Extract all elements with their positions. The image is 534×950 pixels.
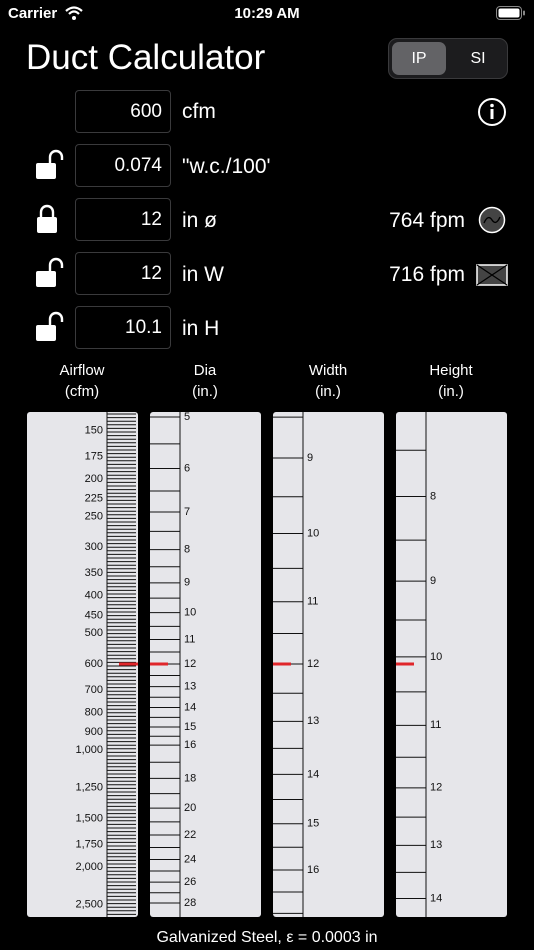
height-tick-label: 12 [430,782,442,794]
height-tick-label: 11 [430,719,441,731]
rect-velocity: 716 fpm [389,263,465,286]
width-input[interactable]: 12 [75,252,171,295]
width-tick-label: 10 [307,527,319,539]
airflow-tick-label: 350 [85,567,103,579]
airflow-tick-label: 1,750 [75,838,103,850]
dia-tick-label: 7 [184,506,190,518]
rect-duct-icon [476,264,508,286]
dia-tick-label: 16 [184,739,196,751]
unlock-icon[interactable] [34,257,66,289]
airflow-tick-label: 225 [85,493,103,505]
dia-tick-label: 8 [184,544,190,556]
ip-units-option[interactable]: IP [392,42,446,75]
dia-tick-label: 24 [184,853,196,865]
dia-tick-label: 22 [184,829,196,841]
airflow-tick-label: 150 [85,424,103,436]
unlock-icon[interactable] [34,311,66,343]
diameter-unit: in ø [182,209,218,232]
airflow-tick-label: 1,000 [75,744,103,756]
airflow-tick-label: 200 [85,473,103,485]
width-column-header: Width (in.) [308,362,348,400]
units-segmented-control[interactable]: IP SI [388,38,508,79]
dia-tick-label: 20 [184,802,196,814]
dia-tick-label: 14 [184,701,196,713]
friction-input[interactable]: 0.074 [75,144,171,187]
airflow-tick-label: 500 [85,627,103,639]
height-column-header: Height (in.) [429,362,473,400]
airflow-tick-label: 600 [85,658,103,670]
airflow-scale[interactable]: 150 175 200 225 250 300 350 400 450 500 600 700 800 9… [27,412,138,917]
diameter-input[interactable]: 12 [75,198,171,241]
round-duct-icon [478,206,506,234]
page-title: Duct Calculator [26,38,266,77]
airflow-tick-label: 175 [85,450,103,462]
airflow-tick-label: 400 [85,590,103,602]
airflow-tick-label: 2,000 [75,861,103,873]
si-units-option[interactable]: SI [451,42,505,75]
width-tick-label: 16 [307,864,319,876]
airflow-tick-label: 1,500 [75,812,103,824]
dia-tick-label: 10 [184,606,196,618]
round-velocity: 764 fpm [389,209,465,232]
dia-column-header: Dia (in.) [192,362,218,400]
height-tick-label: 10 [430,651,442,663]
airflow-unit: cfm [182,100,216,123]
airflow-tick-label: 700 [85,684,103,696]
clock: 10:29 AM [234,5,300,22]
height-input[interactable]: 10.1 [75,306,171,349]
airflow-tick-label: 800 [85,706,103,718]
battery-icon [496,6,525,20]
width-tick-label: 14 [307,768,319,780]
dia-tick-label: 6 [184,462,190,474]
unlock-icon[interactable] [34,149,66,181]
airflow-tick-label: 2,500 [75,898,103,910]
airflow-tick-label: 900 [85,726,103,738]
height-tick-label: 8 [430,490,436,502]
dia-tick-label: 9 [184,577,190,589]
dia-tick-label: 12 [184,658,196,670]
airflow-column-header: Airflow (cfm) [59,362,105,400]
info-icon[interactable] [477,97,507,127]
width-tick-label: 9 [307,452,313,464]
width-tick-label: 12 [307,658,319,670]
airflow-tick-label: 250 [85,510,103,522]
height-tick-label: 13 [430,839,442,851]
airflow-tick-label: 450 [85,609,103,621]
width-unit: in W [182,263,224,286]
dia-tick-label: 5 [184,412,190,423]
height-unit: in H [182,317,220,340]
dia-tick-label: 18 [184,772,196,784]
height-tick-label: 9 [430,575,436,587]
dia-tick-label: 11 [184,633,195,645]
dia-scale[interactable]: 5 6 7 8 9 10 11 12 13 14 15 16 18 20 22 24 26 28 [150,412,261,917]
height-scale[interactable]: 8 9 10 11 12 13 14 [396,412,507,917]
lock-icon[interactable] [34,203,66,235]
width-tick-label: 13 [307,715,319,727]
dia-tick-label: 13 [184,680,196,692]
width-scale[interactable]: 9 10 11 12 13 14 15 16 [273,412,384,917]
airflow-input[interactable]: 600 [75,90,171,133]
width-tick-label: 11 [307,596,318,608]
airflow-tick-label: 300 [85,541,103,553]
height-tick-label: 14 [430,892,442,904]
friction-unit: "w.c./100' [182,155,271,178]
airflow-tick-label: 1,250 [75,782,103,794]
dia-tick-label: 26 [184,876,196,888]
dia-tick-label: 15 [184,721,196,733]
width-tick-label: 15 [307,818,319,830]
dia-tick-label: 28 [184,897,196,909]
